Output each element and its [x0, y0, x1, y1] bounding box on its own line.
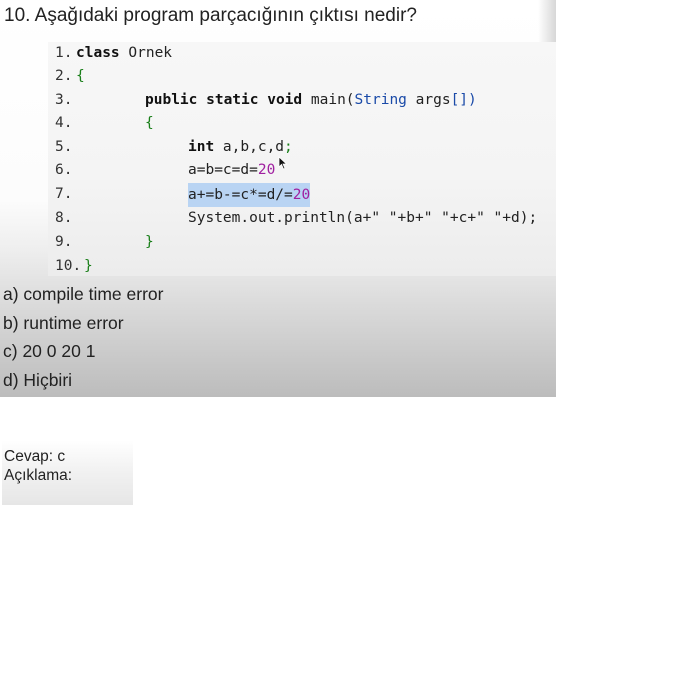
- option-c: c) 20 0 20 1: [3, 341, 96, 361]
- line-number: 2.: [55, 68, 73, 84]
- code-text: a=b=c=d=20: [188, 162, 276, 178]
- code-text: {: [145, 115, 154, 131]
- option-b: b) runtime error: [3, 313, 124, 333]
- code-text: {: [76, 68, 85, 84]
- option-a: a) compile time error: [3, 284, 164, 304]
- line-number: 10.: [55, 258, 82, 274]
- mouse-cursor-icon: [278, 156, 288, 170]
- line-number: 7.: [55, 186, 73, 202]
- code-text: int a,b,c,d;: [188, 139, 293, 155]
- code-text: }: [84, 258, 93, 274]
- line-number: 6.: [55, 162, 73, 178]
- answer-box: Cevap: c Açıklama:: [2, 440, 133, 505]
- code-text: class Ornek: [76, 45, 173, 61]
- code-text: }: [145, 234, 154, 250]
- line-number: 5.: [55, 139, 73, 155]
- question-slide: 10. Aşağıdaki program parçacığının çıktı…: [0, 0, 556, 397]
- code-text: public static void main(String args[]): [145, 92, 477, 108]
- code-block: 1. class Ornek 2.{3. public static void mai…: [48, 42, 556, 276]
- line-number: 1.: [55, 45, 73, 61]
- question-title: 10. Aşağıdaki program parçacığının çıktı…: [4, 5, 417, 27]
- code-text: System.out.println(a+" "+b+" "+c+" "+d);: [188, 210, 538, 226]
- answer-label: Cevap: c: [4, 448, 66, 465]
- line-number: 3.: [55, 92, 73, 108]
- line-number: 8.: [55, 210, 73, 226]
- question-text: Aşağıdaki program parçacığının çıktısı n…: [34, 5, 417, 26]
- question-number: 10.: [4, 5, 31, 26]
- code-text-highlighted: a+=b-=c*=d/=20: [188, 183, 311, 207]
- line-number: 9.: [55, 234, 73, 250]
- explanation-label: Açıklama:: [4, 467, 73, 484]
- line-number: 4.: [55, 115, 73, 131]
- option-d: d) Hiçbiri: [3, 370, 73, 390]
